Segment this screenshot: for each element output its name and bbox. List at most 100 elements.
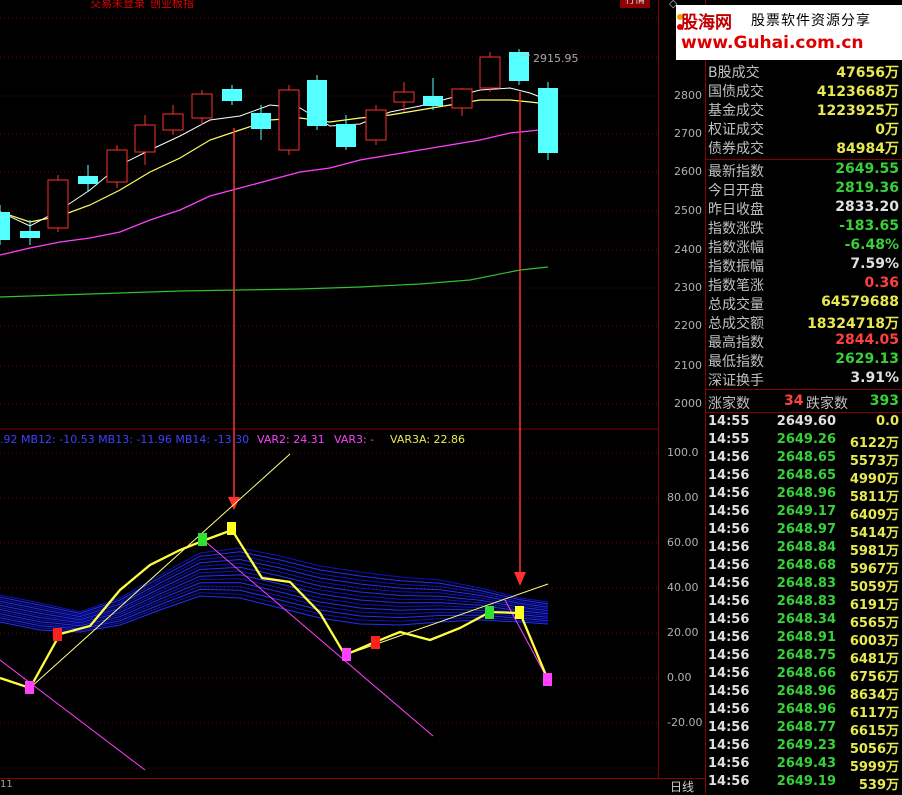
candle-body (47, 179, 69, 229)
tick-price: 2649.43 (776, 756, 836, 771)
indicator-y-tick: 80.00 (667, 491, 699, 504)
tick-price: 2648.97 (776, 522, 836, 537)
indicator-header: .92 MB12: -10.53 MB13: -11.96 MB14: -13.… (0, 431, 658, 447)
tick-time: 14:56 (708, 774, 750, 789)
candle-body (162, 113, 184, 131)
main-y-tick: 2000 (674, 397, 702, 410)
marker-red-2 (371, 636, 380, 649)
indicator-y-tick: -20.00 (667, 716, 703, 729)
stat-row: 权证成交 0万 (706, 119, 902, 138)
tick-row: 14:56 2648.75 6481万 (706, 648, 902, 667)
tick-price: 2648.96 (776, 486, 836, 501)
stat-label: 总成交量 (708, 297, 764, 313)
tick-volume: 6756万 (849, 670, 899, 685)
tick-row: 14:56 2648.34 6565万 (706, 612, 902, 631)
quotes-button[interactable]: 行情 (620, 0, 650, 8)
candle-body (0, 212, 10, 240)
main-y-tick: 2500 (674, 204, 702, 217)
tick-row: 14:56 2648.66 6756万 (706, 666, 902, 685)
tick-volume: 5573万 (849, 454, 899, 469)
candle-body (365, 109, 387, 141)
tick-volume: 6481万 (849, 652, 899, 667)
stat-label: 基金成交 (708, 103, 764, 119)
tick-volume: 5056万 (849, 742, 899, 757)
tick-row: 14:56 2648.77 6615万 (706, 720, 902, 739)
breadth-row: 涨家数 34 跌家数 393 (706, 393, 902, 412)
ma10-line (0, 99, 549, 223)
tick-price: 2648.66 (776, 666, 836, 681)
indicator-header-segment: .92 MB12: -10.53 MB13: -11.96 MB14: -13.… (0, 433, 250, 446)
tick-price: 2648.91 (776, 630, 836, 645)
stat-label: 指数涨幅 (708, 240, 764, 256)
stat-value: 2819.36 (835, 180, 899, 196)
kline-chart[interactable]: 2915.95 (0, 0, 658, 778)
indicator-header-segment: VAR2: 24.31 (257, 433, 325, 446)
yellow-trend-1 (29, 453, 291, 689)
tick-row: 14:56 2648.96 8634万 (706, 684, 902, 703)
indicator-y-tick: 0.00 (667, 671, 692, 684)
bottom-strip: 11 日线 (0, 778, 705, 795)
tick-volume: 539万 (858, 778, 899, 793)
period-tab-daily[interactable]: 日线 (660, 779, 704, 795)
candle-body (509, 52, 529, 81)
tick-volume: 5059万 (849, 580, 899, 595)
chinext-index-link[interactable]: 创业板指 (150, 0, 194, 10)
tick-price: 2648.83 (776, 576, 836, 591)
tick-price: 2649.26 (776, 432, 836, 447)
tick-time: 14:56 (708, 720, 750, 735)
tick-time: 14:56 (708, 738, 750, 753)
tick-time: 14:56 (708, 576, 750, 591)
tick-row: 14:56 2648.83 5059万 (706, 576, 902, 595)
up-count-label: 涨家数 (708, 396, 750, 412)
tick-row: 14:56 2648.96 6117万 (706, 702, 902, 721)
tick-row: 14:56 2648.65 5573万 (706, 450, 902, 469)
stat-row: 债券成交 84984万 (706, 138, 902, 157)
candle-body (191, 93, 213, 119)
chart-area[interactable]: 2915.95 (0, 0, 658, 778)
tick-price: 2648.84 (776, 540, 836, 555)
candle-body (336, 124, 356, 147)
ma5-line (0, 87, 549, 227)
tick-price: 2649.23 (776, 738, 836, 753)
tick-volume: 6409万 (849, 508, 899, 523)
trade-login-link[interactable]: 交易未登录 (90, 0, 145, 10)
marker-yellow-1 (227, 522, 236, 535)
tick-price: 2648.75 (776, 648, 836, 663)
ma20-line (0, 128, 549, 256)
stat-label: 昨日收盘 (708, 202, 764, 218)
main-chart-grid (0, 17, 658, 405)
tick-volume: 4990万 (849, 472, 899, 487)
peak-label: 2915.95 (533, 52, 579, 65)
tick-volume: 5981万 (849, 544, 899, 559)
marker-magenta-2 (342, 648, 351, 661)
marker-green-1 (198, 533, 207, 546)
stat-value: 4123668万 (816, 84, 899, 100)
marker-magenta-1 (25, 681, 34, 694)
marker-red-1 (53, 628, 62, 641)
candle-body (251, 113, 271, 129)
tick-price: 2649.60 (776, 414, 836, 429)
tick-time: 14:56 (708, 630, 750, 645)
tick-time: 14:55 (708, 414, 750, 429)
stat-value: 18324718万 (807, 316, 899, 332)
separator (706, 389, 902, 390)
stat-label: 指数涨跌 (708, 221, 764, 237)
stat-row: 最低指数 2629.13 (706, 351, 902, 370)
main-y-tick: 2400 (674, 243, 702, 256)
tick-time: 14:56 (708, 486, 750, 501)
tick-volume: 6191万 (849, 598, 899, 613)
candle-body (134, 124, 156, 153)
candle-body (78, 176, 98, 184)
stat-row: B股成交 47656万 (706, 62, 902, 81)
stat-row: 今日开盘 2819.36 (706, 180, 902, 199)
candle-body (20, 231, 40, 238)
y-axis-column: ◇ 2800 2700 2600 2500 2400 2300 2200 2100 2000 1… (659, 0, 705, 794)
candle-body (423, 96, 443, 106)
indicator-ribbon (0, 547, 549, 633)
candle-body (451, 88, 473, 109)
tick-price: 2648.96 (776, 684, 836, 699)
tick-time: 14:55 (708, 432, 750, 447)
tick-volume: 6565万 (849, 616, 899, 631)
site-logo[interactable]: 股海网 股票软件资源分享 www.Guhai.com.cn (676, 5, 902, 60)
tick-time: 14:56 (708, 540, 750, 555)
